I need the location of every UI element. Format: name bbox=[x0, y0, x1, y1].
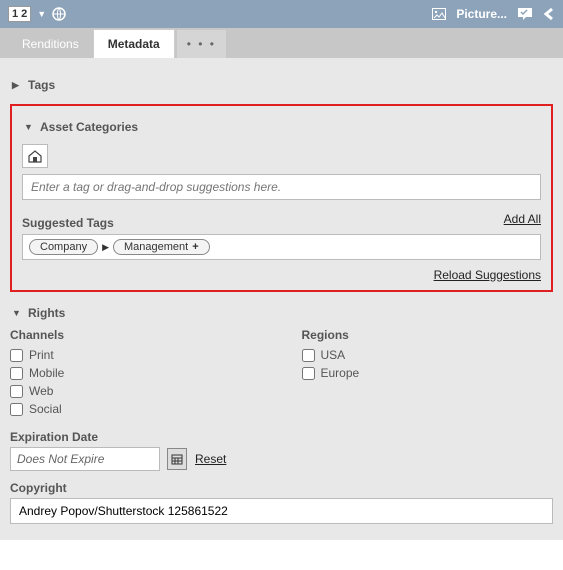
regions-label: Regions bbox=[302, 328, 554, 342]
suggested-tags-bar: Company ▶ Management + bbox=[22, 234, 541, 260]
picture-label[interactable]: Picture... bbox=[456, 7, 507, 21]
reset-link[interactable]: Reset bbox=[195, 452, 226, 466]
asset-categories-section: ▼ Asset Categories Suggested Tags Add Al… bbox=[10, 104, 553, 292]
calendar-icon bbox=[171, 453, 183, 465]
checkbox-print[interactable]: Print bbox=[10, 348, 262, 362]
checkbox-label: Web bbox=[29, 384, 53, 398]
section-tags-header[interactable]: ▶ Tags bbox=[10, 72, 553, 98]
section-asset-categories-header[interactable]: ▼ Asset Categories bbox=[22, 114, 541, 140]
chevron-right-icon: ▶ bbox=[12, 80, 22, 91]
tab-bar: Renditions Metadata • • • bbox=[0, 28, 563, 58]
checkbox-europe[interactable]: Europe bbox=[302, 366, 554, 380]
category-picker-button[interactable] bbox=[22, 144, 48, 168]
section-rights-title: Rights bbox=[28, 306, 65, 320]
suggested-tags-label: Suggested Tags bbox=[22, 216, 114, 230]
checkbox-mobile[interactable]: Mobile bbox=[10, 366, 262, 380]
tag-pill-company[interactable]: Company bbox=[29, 239, 98, 255]
tab-metadata[interactable]: Metadata bbox=[93, 29, 175, 58]
add-all-link[interactable]: Add All bbox=[504, 212, 541, 226]
chevron-down-icon: ▼ bbox=[12, 308, 22, 318]
checkbox-web[interactable]: Web bbox=[10, 384, 262, 398]
tag-pill-management[interactable]: Management + bbox=[113, 239, 210, 255]
tag-pill-label: Company bbox=[40, 241, 87, 253]
comment-check-icon[interactable] bbox=[517, 7, 533, 21]
checkbox-label: Print bbox=[29, 348, 54, 362]
plus-icon: + bbox=[192, 241, 198, 253]
chevron-right-icon: ▶ bbox=[102, 242, 109, 253]
copyright-label: Copyright bbox=[10, 481, 553, 495]
checkbox-label: Europe bbox=[321, 366, 360, 380]
expiration-date-label: Expiration Date bbox=[10, 430, 553, 444]
tab-renditions[interactable]: Renditions bbox=[8, 30, 93, 58]
section-rights-header[interactable]: ▼ Rights bbox=[10, 300, 553, 326]
checkbox-label: Mobile bbox=[29, 366, 64, 380]
view-toggle-button[interactable]: 1 2 bbox=[8, 6, 31, 22]
checkbox-label: USA bbox=[321, 348, 346, 362]
reload-suggestions-link[interactable]: Reload Suggestions bbox=[434, 268, 541, 282]
collapse-chevron-icon[interactable] bbox=[543, 7, 555, 21]
channels-label: Channels bbox=[10, 328, 262, 342]
section-asset-categories-title: Asset Categories bbox=[40, 120, 138, 134]
copyright-input[interactable] bbox=[10, 498, 553, 524]
tab-overflow[interactable]: • • • bbox=[177, 30, 226, 58]
house-tag-icon bbox=[27, 149, 43, 163]
title-bar: 1 2 ▼ Picture... bbox=[0, 0, 563, 28]
checkbox-social[interactable]: Social bbox=[10, 402, 262, 416]
calendar-button[interactable] bbox=[167, 448, 187, 470]
picture-icon bbox=[432, 8, 446, 20]
section-tags-title: Tags bbox=[28, 78, 55, 92]
tag-input[interactable] bbox=[22, 174, 541, 200]
dropdown-caret-icon[interactable]: ▼ bbox=[37, 9, 46, 19]
checkbox-usa[interactable]: USA bbox=[302, 348, 554, 362]
globe-icon[interactable] bbox=[52, 7, 66, 21]
expiration-date-input[interactable] bbox=[10, 447, 160, 471]
tag-pill-label: Management bbox=[124, 241, 188, 253]
checkbox-label: Social bbox=[29, 402, 62, 416]
metadata-panel: ▶ Tags ▼ Asset Categories Suggested Tags… bbox=[0, 58, 563, 540]
chevron-down-icon: ▼ bbox=[24, 122, 34, 132]
